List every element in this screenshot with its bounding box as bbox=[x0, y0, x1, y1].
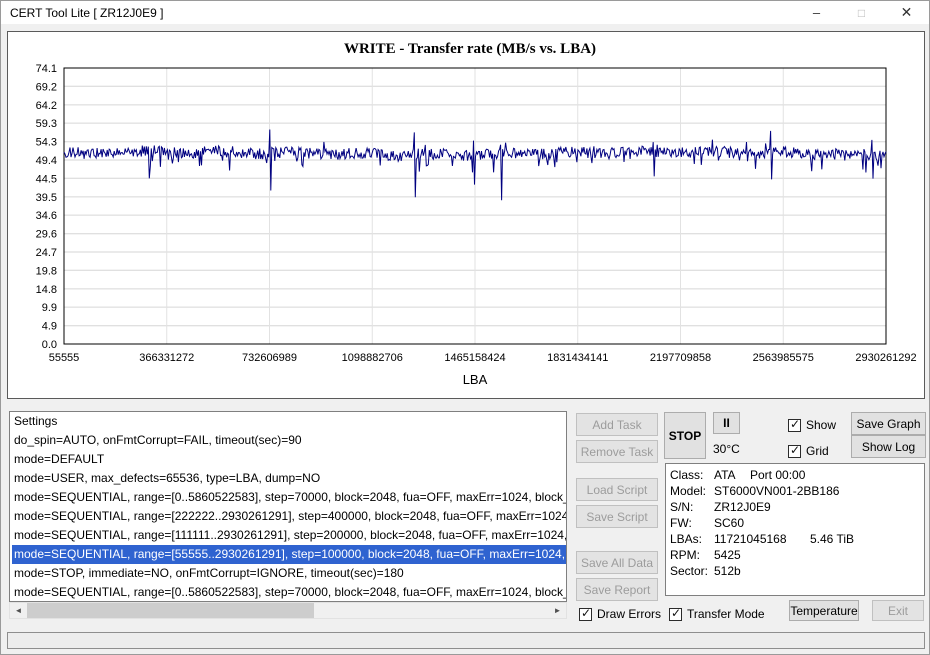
svg-text:1465158424: 1465158424 bbox=[444, 352, 505, 364]
check-icon: ✓ bbox=[790, 443, 800, 457]
svg-text:14.8: 14.8 bbox=[36, 284, 57, 296]
svg-text:29.6: 29.6 bbox=[36, 229, 57, 241]
svg-text:69.2: 69.2 bbox=[36, 81, 57, 93]
transfer-rate-chart: 0.0 4.9 9.9 14.8 19.8 24.7 29.6 34.6 39.5 44.5 49.… bbox=[8, 32, 924, 398]
svg-text:WRITE - Transfer rate (MB/s vs: WRITE - Transfer rate (MB/s vs. LBA) bbox=[344, 41, 596, 57]
settings-row[interactable]: mode=SEQUENTIAL, range=[0..5860522583], … bbox=[12, 488, 566, 507]
svg-text:49.4: 49.4 bbox=[36, 155, 57, 167]
transfer-mode-label: Transfer Mode bbox=[687, 607, 765, 621]
svg-text:55555: 55555 bbox=[49, 352, 80, 364]
window-title: CERT Tool Lite [ ZR12J0E9 ] bbox=[10, 6, 163, 20]
save-graph-button[interactable]: Save Graph bbox=[851, 412, 926, 435]
check-icon: ✓ bbox=[671, 606, 681, 620]
settings-row[interactable]: do_spin=AUTO, onFmtCorrupt=FAIL, timeout… bbox=[12, 431, 566, 450]
svg-text:732606989: 732606989 bbox=[242, 352, 297, 364]
exit-button[interactable]: Exit bbox=[872, 600, 924, 621]
svg-text:1098882706: 1098882706 bbox=[342, 352, 403, 364]
draw-errors-checkbox[interactable]: ✓ Draw Errors bbox=[579, 607, 661, 621]
svg-text:0.0: 0.0 bbox=[42, 339, 57, 351]
draw-errors-label: Draw Errors bbox=[597, 607, 661, 621]
pause-button[interactable]: II bbox=[713, 412, 740, 434]
checkbox-box: ✓ bbox=[669, 608, 682, 621]
show-log-button[interactable]: Show Log bbox=[851, 435, 926, 458]
grid-checkbox-label: Grid bbox=[806, 444, 829, 458]
show-checkbox-label: Show bbox=[806, 418, 836, 432]
app-window: CERT Tool Lite [ ZR12J0E9 ] – □ ✕ 0.0 4.9… bbox=[0, 0, 930, 655]
remove-task-button[interactable]: Remove Task bbox=[576, 440, 658, 463]
title-bar: CERT Tool Lite [ ZR12J0E9 ] – □ ✕ bbox=[1, 1, 929, 24]
temperature-button[interactable]: Temperature bbox=[789, 600, 859, 621]
svg-text:2930261292: 2930261292 bbox=[855, 352, 916, 364]
check-icon: ✓ bbox=[790, 417, 800, 431]
scrollbar-track[interactable] bbox=[27, 603, 549, 618]
settings-row[interactable]: mode=DEFAULT bbox=[12, 450, 566, 469]
maximize-icon[interactable]: □ bbox=[839, 1, 884, 24]
scroll-left-icon[interactable]: ◄ bbox=[10, 603, 27, 618]
settings-row[interactable]: mode=SEQUENTIAL, range=[0..5860522583], … bbox=[12, 583, 566, 602]
progress-bar bbox=[7, 632, 925, 649]
svg-text:4.9: 4.9 bbox=[42, 321, 57, 333]
drive-info-row: S/N:ZR12J0E9 bbox=[670, 499, 920, 515]
settings-row[interactable]: Settings bbox=[12, 412, 566, 431]
settings-listbox[interactable]: Settings do_spin=AUTO, onFmtCorrupt=FAIL… bbox=[9, 411, 567, 602]
svg-text:24.7: 24.7 bbox=[36, 247, 57, 259]
close-icon[interactable]: ✕ bbox=[884, 1, 929, 24]
show-checkbox[interactable]: ✓ Show bbox=[788, 418, 836, 432]
svg-text:2197709858: 2197709858 bbox=[650, 352, 711, 364]
svg-text:1831434141: 1831434141 bbox=[547, 352, 608, 364]
stop-button[interactable]: STOP bbox=[664, 412, 706, 459]
svg-text:64.2: 64.2 bbox=[36, 100, 57, 112]
current-temperature-label: 30°C bbox=[713, 442, 740, 456]
svg-text:9.9: 9.9 bbox=[42, 302, 57, 314]
svg-text:2563985575: 2563985575 bbox=[753, 352, 814, 364]
settings-row[interactable]: mode=SEQUENTIAL, range=[222222..29302612… bbox=[12, 507, 566, 526]
transfer-mode-checkbox[interactable]: ✓ Transfer Mode bbox=[669, 607, 765, 621]
scrollbar-thumb[interactable] bbox=[27, 603, 314, 618]
drive-info-row: Class:ATAPort 00:00 bbox=[670, 467, 920, 483]
window-controls: – □ ✕ bbox=[794, 1, 929, 24]
drive-info-row: Sector:512b bbox=[670, 563, 920, 579]
minimize-icon[interactable]: – bbox=[794, 1, 839, 24]
settings-row[interactable]: mode=USER, max_defects=65536, type=LBA, … bbox=[12, 469, 566, 488]
save-script-button[interactable]: Save Script bbox=[576, 505, 658, 528]
svg-text:74.1: 74.1 bbox=[36, 63, 57, 75]
horizontal-scrollbar[interactable]: ◄ ► bbox=[9, 602, 567, 619]
svg-text:44.5: 44.5 bbox=[36, 173, 57, 185]
svg-text:366331272: 366331272 bbox=[139, 352, 194, 364]
checkbox-box: ✓ bbox=[579, 608, 592, 621]
drive-info-row: RPM:5425 bbox=[670, 547, 920, 563]
scroll-right-icon[interactable]: ► bbox=[549, 603, 566, 618]
drive-info-row: FW:SC60 bbox=[670, 515, 920, 531]
save-all-data-button[interactable]: Save All Data bbox=[576, 551, 658, 574]
settings-row-selected[interactable]: mode=SEQUENTIAL, range=[55555..293026129… bbox=[12, 545, 566, 564]
svg-text:39.5: 39.5 bbox=[36, 192, 57, 204]
add-task-button[interactable]: Add Task bbox=[576, 413, 658, 436]
load-script-button[interactable]: Load Script bbox=[576, 478, 658, 501]
svg-text:54.3: 54.3 bbox=[36, 137, 57, 149]
drive-info-row: LBAs:117210451685.46 TiB bbox=[670, 531, 920, 547]
grid-checkbox[interactable]: ✓ Grid bbox=[788, 444, 829, 458]
checkbox-box: ✓ bbox=[788, 419, 801, 432]
svg-text:LBA: LBA bbox=[463, 372, 488, 387]
drive-info-panel: Class:ATAPort 00:00 Model:ST6000VN001-2B… bbox=[665, 463, 925, 596]
check-icon: ✓ bbox=[581, 606, 591, 620]
drive-info-row: Model:ST6000VN001-2BB186 bbox=[670, 483, 920, 499]
settings-row[interactable]: mode=STOP, immediate=NO, onFmtCorrupt=IG… bbox=[12, 564, 566, 583]
checkbox-box: ✓ bbox=[788, 445, 801, 458]
transfer-rate-chart-panel: 0.0 4.9 9.9 14.8 19.8 24.7 29.6 34.6 39.5 44.5 49.… bbox=[7, 31, 925, 399]
settings-row[interactable]: mode=SEQUENTIAL, range=[111111..29302612… bbox=[12, 526, 566, 545]
svg-text:34.6: 34.6 bbox=[36, 210, 57, 222]
svg-text:59.3: 59.3 bbox=[36, 118, 57, 130]
save-report-button[interactable]: Save Report bbox=[576, 578, 658, 601]
svg-text:19.8: 19.8 bbox=[36, 265, 57, 277]
